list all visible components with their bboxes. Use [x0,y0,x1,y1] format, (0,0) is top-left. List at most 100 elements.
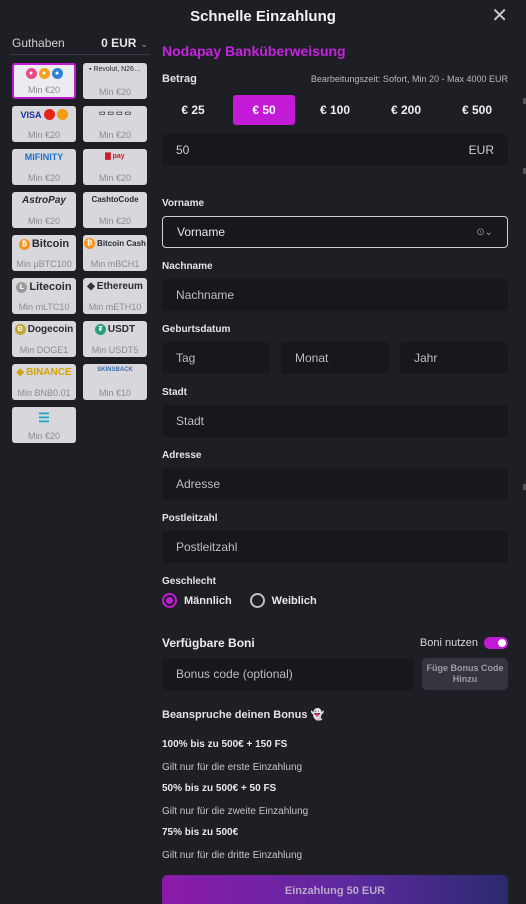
radio-maennlich[interactable]: Männlich [162,593,232,608]
adresse-input[interactable]: Adresse [162,468,508,500]
boni-toggle-label: Boni nutzen [419,637,478,649]
claim-bonus-text: Beanspruche deinen Bonus [162,708,308,721]
method-cards[interactable]: VISA Min €20 [12,106,76,142]
deposit-submit-button[interactable]: Einzahlung 50 EUR [162,875,508,904]
method-bitcoin[interactable]: ₿ Bitcoin Min µBTC100 [12,235,76,271]
method-min: Min mBCH1 [90,259,140,269]
method-astropay[interactable]: AstroPay Min €20 [12,192,76,228]
dogecoin-icon: Ð [14,324,26,335]
amount-presets: € 25 € 50 € 100 € 200 € 500 [162,95,508,125]
geschlecht-label: Geschlecht [162,576,216,587]
stadt-placeholder: Stadt [176,414,205,428]
jahr-placeholder: Jahr [414,351,438,365]
mifinity-logo: MIFINITY [24,152,64,162]
method-other[interactable]: ☰ Min €20 [12,407,76,443]
bonus-offer-note: Gilt nur für die erste Einzahlung [162,762,303,773]
boni-title: Verfügbare Boni [162,636,255,650]
vorname-placeholder: Vorname [177,225,226,239]
e-wallet-icon: ☰ [38,410,50,425]
amount-500-button[interactable]: € 500 [446,95,508,125]
claim-bonus-heading: Beanspruche deinen Bonus 👻 [162,708,508,722]
bank-transfer-logo: ▭ ▭ ▭ ▭ [98,110,132,117]
method-ethereum[interactable]: ◆ Ethereum Min mETH10 [83,278,147,314]
postleitzahl-placeholder: Postleitzahl [176,540,238,554]
autofill-icon[interactable]: ⊙⌄ [476,227,493,238]
processing-time: Bearbeitungszeit: Sofort, Min 20 - Max 4… [310,74,508,84]
vorname-input[interactable]: Vorname ⊙⌄ [162,216,508,248]
amount-200-button[interactable]: € 200 [375,95,437,125]
amount-label: Betrag [162,73,197,85]
method-min: Min €20 [27,216,61,226]
balance-row[interactable]: Guthaben 0 EUR ⌄ [10,36,150,55]
cashtocode-logo: CashtoCode [91,195,139,204]
method-skinsback[interactable]: SKINSBACK Min €10 [83,364,147,400]
bonus-code-input[interactable]: Bonus code (optional) [162,658,414,690]
method-bitcoin-cash[interactable]: ₿ Bitcoin Cash Min mBCH1 [83,235,147,271]
method-min: Min €20 [27,173,61,183]
bitcoin-cash-logo: ₿ Bitcoin Cash [84,238,146,249]
method-min: Min µBTC100 [16,259,72,269]
sofort-logo: ● ● ● [25,68,63,79]
bonus-offer-line: 100% bis zu 500€ + 150 FS [162,739,288,750]
method-usdt[interactable]: ₮ USDT Min USDT5 [83,321,147,357]
nachname-label: Nachname [162,261,213,272]
revolut-logo: ▪ Revolut, N26… [89,66,141,73]
monat-input[interactable]: Monat [281,342,389,374]
amount-25-button[interactable]: € 25 [162,95,224,125]
method-bankueberweisung[interactable]: ▭ ▭ ▭ ▭ Min €20 [83,106,147,142]
method-min: Min €20 [98,216,132,226]
bonus-offer: 50% bis zu 500€ + 50 FS Gilt nur für die… [162,783,508,817]
boni-toggle[interactable] [484,637,508,649]
chevron-down-icon: ⌄ [140,39,148,49]
method-min: Min mLTC10 [18,302,70,312]
method-cashtocode[interactable]: CashtoCode Min €20 [83,192,147,228]
nachname-input[interactable]: Nachname [162,279,508,311]
amount-50-button[interactable]: € 50 [233,95,295,125]
method-min: Min €20 [27,85,61,95]
radio-weiblich[interactable]: Weiblich [249,593,317,608]
method-sofort[interactable]: ● ● ● Min €20 [12,63,76,99]
balance-label: Guthaben [12,36,65,50]
geburtsdatum-label: Geburtsdatum [162,324,231,335]
payment-methods-sidebar: Guthaben 0 EUR ⌄ ● ● ● Min €20 ▪ Revolut, N… [10,36,150,443]
postleitzahl-label: Postleitzahl [162,513,218,524]
method-title: Nodapay Banküberweisung [162,43,346,59]
bonus-offer: 75% bis zu 500€ Gilt nur für die dritte … [162,827,508,861]
bonus-offer-note: Gilt nur für die dritte Einzahlung [162,850,303,861]
bitcoin-icon: ₿ [18,238,30,250]
tag-input[interactable]: Tag [162,342,270,374]
add-bonus-code-button[interactable]: Füge Bonus Code Hinzu [422,658,508,690]
bitcoin-logo: ₿ Bitcoin [18,238,69,250]
method-mifinity-card[interactable]: ▇ pay Min €20 [83,149,147,185]
method-min: Min BNB0.01 [17,388,71,398]
balance-amount[interactable]: 0 EUR ⌄ [101,36,148,50]
usdt-logo: ₮ USDT [94,324,135,335]
currency-label: EUR [468,143,494,157]
stadt-label: Stadt [162,387,187,398]
method-min: Min USDT5 [91,345,139,355]
amount-input[interactable]: 50 EUR [162,134,508,166]
adresse-placeholder: Adresse [176,477,221,491]
method-revolut-n26[interactable]: ▪ Revolut, N26… Min €20 [83,63,147,99]
bonus-code-placeholder: Bonus code (optional) [176,667,293,681]
maennlich-label: Männlich [184,594,232,607]
method-litecoin[interactable]: Ł Litecoin Min mLTC10 [12,278,76,314]
stadt-input[interactable]: Stadt [162,405,508,437]
close-icon[interactable]: ✕ [491,6,508,26]
tag-placeholder: Tag [176,351,196,365]
skinsback-logo: SKINSBACK [97,367,133,373]
method-binance[interactable]: ◈ BINANCE Min BNB0.01 [12,364,76,400]
method-dogecoin[interactable]: Ð Dogecoin Min DOGE1 [12,321,76,357]
jahr-input[interactable]: Jahr [400,342,508,374]
method-min: Min €20 [27,130,61,140]
method-mifinity[interactable]: MIFINITY Min €20 [12,149,76,185]
bitcoin-cash-icon: ₿ [84,238,96,249]
litecoin-logo: Ł Litecoin [16,281,72,293]
modal-title: Schnelle Einzahlung [190,8,336,25]
amount-100-button[interactable]: € 100 [304,95,366,125]
postleitzahl-input[interactable]: Postleitzahl [162,531,508,563]
astropay-logo: AstroPay [22,195,66,206]
method-min: Min mETH10 [88,302,142,312]
radio-selected-icon [162,593,177,608]
binance-icon: ◈ [16,367,25,378]
